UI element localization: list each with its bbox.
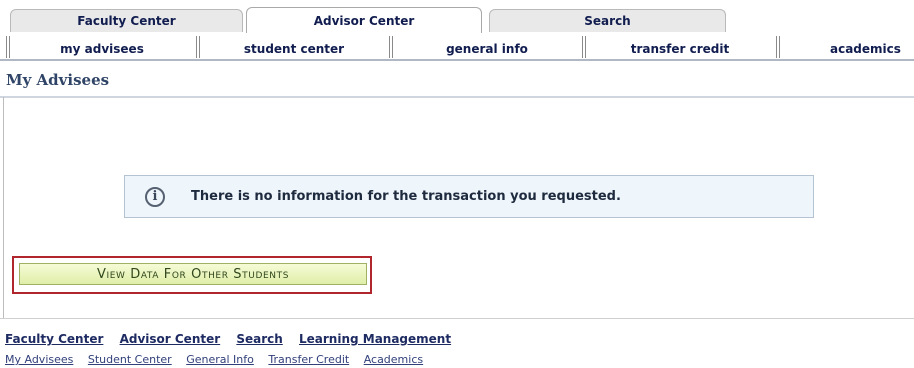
footer-secondary-links: My Advisees Student Center General Info …	[5, 353, 434, 366]
footer-link-faculty-center[interactable]: Faculty Center	[5, 332, 103, 346]
tab-faculty-center[interactable]: Faculty Center	[10, 9, 243, 32]
top-tab-bar: Faculty Center Advisor Center Search	[0, 0, 914, 33]
info-icon: i	[145, 186, 165, 207]
tab-separator	[582, 36, 586, 58]
footer-link-general-info[interactable]: General Info	[186, 353, 254, 366]
footer-link-learning-management[interactable]: Learning Management	[299, 332, 451, 346]
info-message-text: There is no information for the transact…	[191, 189, 621, 204]
subtab-academics[interactable]: academics	[786, 39, 914, 59]
footer-link-advisor-center[interactable]: Advisor Center	[120, 332, 221, 346]
view-data-other-students-button[interactable]: View Data For Other Students	[19, 263, 367, 285]
tab-separator	[776, 36, 780, 58]
footer-link-transfer-credit[interactable]: Transfer Credit	[268, 353, 349, 366]
footer-link-my-advisees[interactable]: My Advisees	[5, 353, 73, 366]
footer-divider	[0, 318, 914, 319]
footer-link-student-center[interactable]: Student Center	[88, 353, 172, 366]
subtab-transfer-credit[interactable]: transfer credit	[588, 39, 772, 59]
tab-separator	[196, 36, 200, 58]
title-divider	[0, 96, 914, 98]
tab-separator	[389, 36, 393, 58]
subtab-general-info[interactable]: general info	[395, 39, 579, 59]
info-message-box: i There is no information for the transa…	[124, 175, 814, 218]
tab-separator	[6, 36, 10, 58]
footer-primary-links: Faculty Center Advisor Center Search Lea…	[5, 332, 463, 346]
sub-tab-bar: my advisees student center general info …	[0, 33, 914, 61]
subtab-student-center[interactable]: student center	[202, 39, 386, 59]
subtab-my-advisees[interactable]: my advisees	[12, 39, 192, 59]
page-title: My Advisees	[6, 71, 110, 89]
footer-link-academics[interactable]: Academics	[364, 353, 423, 366]
view-data-button-label: View Data For Other Students	[96, 266, 290, 282]
tab-advisor-center[interactable]: Advisor Center	[246, 7, 482, 33]
content-left-border	[3, 97, 4, 319]
footer-link-search[interactable]: Search	[236, 332, 282, 346]
tab-search[interactable]: Search	[489, 9, 726, 32]
